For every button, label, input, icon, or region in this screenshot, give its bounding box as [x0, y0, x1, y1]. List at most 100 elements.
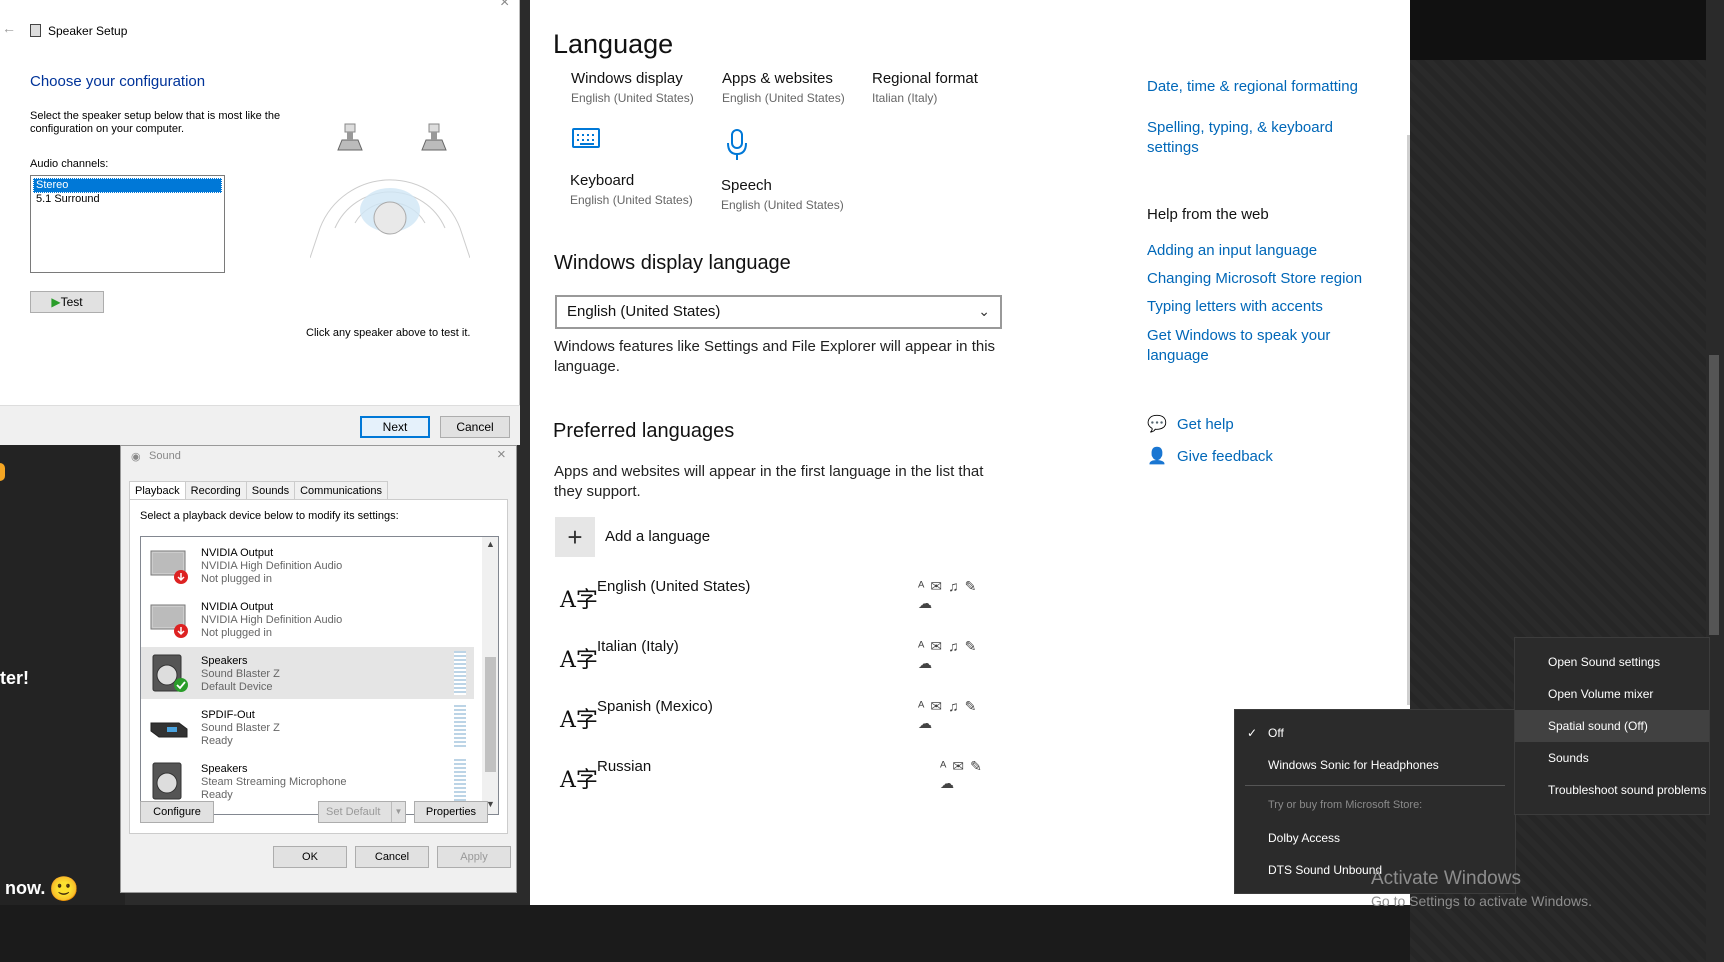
tile-value: Italian (Italy) [872, 91, 938, 105]
tile-keyboard[interactable]: Keyboard English (United States) [570, 128, 693, 207]
speaker-icon [152, 654, 188, 692]
config-description: Select the speaker setup below that is m… [30, 110, 281, 135]
audio-channels-label: Audio channels: [30, 158, 109, 170]
audio-channels-listbox[interactable]: Stereo 5.1 Surround [30, 175, 225, 273]
back-arrow-icon[interactable]: ← [2, 20, 16, 36]
spatial-option-off[interactable]: ✓ Off [1235, 717, 1515, 749]
device-item[interactable]: Speakers Steam Streaming Microphone Read… [141, 755, 474, 807]
device-status: Ready [201, 789, 233, 801]
link-spelling-typing[interactable]: Spelling, typing, & keyboard settings [1147, 118, 1357, 158]
set-default-label: Set Default [326, 806, 381, 818]
link-adding-input-language[interactable]: Adding an input language [1147, 242, 1317, 259]
speaker-setup-app-icon [30, 24, 41, 37]
device-driver: NVIDIA High Definition Audio [201, 614, 343, 626]
device-status: Default Device [201, 681, 273, 693]
settings-scrollbar[interactable] [1407, 135, 1410, 705]
test-button[interactable]: ▶Test [30, 291, 104, 313]
spatial-sound-menu: ✓ Off Windows Sonic for Headphones Try o… [1234, 709, 1516, 894]
tile-label: Apps & websites [722, 70, 833, 87]
page-scrollbar-thumb[interactable] [1709, 355, 1719, 635]
set-default-button[interactable]: Set Default ▼ [318, 801, 406, 823]
language-features-icons: ᴬ✉♫✎☁ [918, 578, 983, 611]
close-icon[interactable]: × [500, 0, 509, 12]
language-icon: A字 [560, 588, 598, 613]
activate-windows-subtitle: Go to Settings to activate Windows. [1371, 893, 1592, 909]
device-list-scroll-thumb[interactable] [485, 657, 496, 772]
language-row-english[interactable]: A字 English (United States) ᴬ✉♫✎☁ [560, 578, 990, 622]
store-option-dolby-access[interactable]: Dolby Access [1235, 822, 1515, 854]
desktop-top-bar [1410, 0, 1706, 60]
avatar-edge [0, 463, 5, 481]
language-row-russian[interactable]: A字 Russian ᴬ✉✎☁ [560, 758, 990, 802]
config-heading: Choose your configuration [30, 73, 206, 90]
close-icon[interactable]: × [497, 446, 506, 463]
spatial-option-windows-sonic[interactable]: Windows Sonic for Headphones [1235, 749, 1515, 781]
option-label: Off [1268, 726, 1284, 740]
scroll-up-icon[interactable]: ▲ [486, 539, 495, 549]
device-name: NVIDIA Output [201, 601, 274, 613]
menu-sounds[interactable]: Sounds [1515, 742, 1709, 774]
device-list[interactable]: NVIDIA Output NVIDIA High Definition Aud… [140, 536, 499, 815]
menu-spatial-sound[interactable]: Spatial sound (Off) [1515, 710, 1709, 742]
link-changing-store-region[interactable]: Changing Microsoft Store region [1147, 270, 1362, 287]
device-status: Not plugged in [201, 573, 272, 585]
language-row-spanish[interactable]: A字 Spanish (Mexico) ᴬ✉♫✎☁ [560, 698, 990, 742]
tile-regional-format[interactable]: Regional format Italian (Italy) [872, 70, 978, 105]
menu-open-volume-mixer[interactable]: Open Volume mixer [1515, 678, 1709, 710]
channel-option-surround[interactable]: 5.1 Surround [33, 193, 222, 206]
activate-windows-title: Activate Windows [1371, 868, 1521, 889]
link-date-time-format[interactable]: Date, time & regional formatting [1147, 78, 1358, 95]
give-feedback-label: Give feedback [1177, 447, 1273, 465]
tab-communications[interactable]: Communications [294, 481, 389, 500]
link-windows-speak[interactable]: Get Windows to speak your language [1147, 326, 1347, 366]
add-language-label: Add a language [605, 527, 711, 545]
cancel-button[interactable]: Cancel [440, 416, 510, 438]
monitor-icon [150, 550, 188, 584]
help-heading: Help from the web [1147, 206, 1269, 223]
device-item[interactable]: NVIDIA Output NVIDIA High Definition Aud… [141, 539, 474, 591]
get-help-link[interactable]: 💬 Get help [1147, 414, 1234, 434]
language-row-italian[interactable]: A字 Italian (Italy) ᴬ✉♫✎☁ [560, 638, 990, 682]
left-speaker-icon[interactable] [336, 122, 364, 152]
tile-value: English (United States) [722, 91, 845, 105]
give-feedback-link[interactable]: 👤 Give feedback [1147, 446, 1273, 466]
menu-troubleshoot[interactable]: Troubleshoot sound problems [1515, 774, 1709, 806]
device-item[interactable]: NVIDIA Output NVIDIA High Definition Aud… [141, 593, 474, 645]
properties-button[interactable]: Properties [414, 801, 488, 823]
language-name: English (United States) [597, 578, 751, 595]
tab-recording[interactable]: Recording [184, 481, 247, 500]
device-item[interactable]: SPDIF-Out Sound Blaster Z Ready [141, 701, 474, 753]
next-button[interactable]: Next [360, 416, 430, 438]
keyboard-icon [572, 128, 600, 148]
add-language-button[interactable]: + Add a language [555, 517, 710, 557]
language-icon: A字 [560, 768, 598, 793]
tile-speech[interactable]: Speech English (United States) [721, 128, 844, 212]
tile-apps-websites[interactable]: Apps & websites English (United States) [722, 70, 845, 105]
test-label: Test [60, 295, 83, 309]
tile-windows-display[interactable]: Windows display English (United States) [571, 70, 694, 105]
volume-meter [454, 705, 466, 749]
menu-separator [1245, 785, 1505, 786]
tab-sounds[interactable]: Sounds [245, 481, 296, 500]
language-features-icons: ᴬ✉✎☁ [940, 758, 988, 791]
device-item-selected[interactable]: Speakers Sound Blaster Z Default Device [141, 647, 474, 699]
menu-open-sound-settings[interactable]: Open Sound settings [1515, 646, 1709, 678]
language-features-icons: ᴬ✉♫✎☁ [918, 698, 983, 731]
device-name: NVIDIA Output [201, 547, 274, 559]
configure-button[interactable]: Configure [140, 801, 214, 823]
device-name: Speakers [201, 655, 248, 667]
language-icon: A字 [560, 708, 598, 733]
link-typing-accents[interactable]: Typing letters with accents [1147, 298, 1323, 315]
right-speaker-icon[interactable] [420, 122, 448, 152]
play-icon: ▶ [51, 295, 61, 309]
ok-button[interactable]: OK [273, 846, 347, 868]
get-help-label: Get help [1177, 415, 1234, 433]
dropdown-arrow-icon[interactable]: ▼ [391, 802, 405, 822]
channel-option-stereo[interactable]: Stereo [33, 178, 222, 193]
apply-button[interactable]: Apply [437, 846, 511, 868]
window-title: Speaker Setup [48, 24, 128, 38]
cancel-button[interactable]: Cancel [355, 846, 429, 868]
chat-help-icon: 💬 [1147, 416, 1167, 433]
display-language-dropdown[interactable]: English (United States) ⌄ [555, 295, 1002, 329]
sound-app-icon: ◉ [131, 451, 141, 463]
